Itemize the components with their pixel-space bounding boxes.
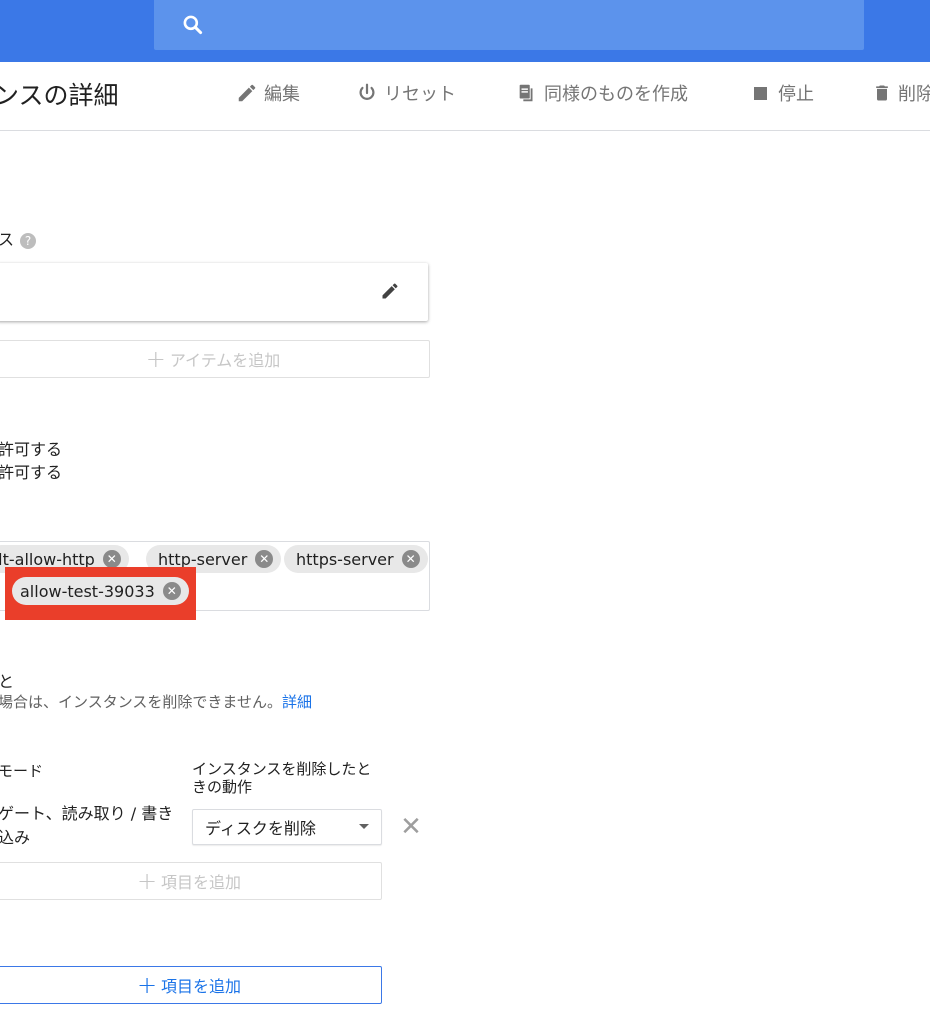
add-item-button-disabled: + アイテムを追加 (0, 340, 430, 378)
plus-icon: + (136, 971, 158, 999)
add-disk-item-label: 項目を追加 (161, 873, 242, 892)
pencil-icon[interactable] (380, 281, 400, 301)
dropdown-arrow-icon (359, 824, 369, 829)
on-delete-select-value: ディスクを削除 (205, 819, 316, 838)
add-item-label: アイテムを追加 (169, 351, 281, 370)
stop-button[interactable]: 停止 (752, 81, 814, 105)
disk-mode-value: ゲート、読み取り / 書き 込み (0, 802, 173, 850)
help-icon[interactable]: ? (20, 232, 37, 249)
edit-button[interactable]: 編集 (236, 81, 300, 105)
tag-chip-label: ult-allow-http (0, 549, 95, 569)
mode-column-header: モード (0, 762, 44, 780)
on-delete-header-line2: きの動作 (192, 778, 253, 796)
page-header: ンスの詳細 編集 リセット 同様のものを作成 停止 削除 (0, 62, 930, 131)
on-delete-header-line1: インスタンスを削除したと (192, 760, 372, 778)
add-item-button-label: 項目を追加 (161, 977, 242, 996)
clone-button[interactable]: 同様のものを作成 (516, 81, 688, 105)
add-disk-item-button-disabled: + 項目を追加 (0, 862, 382, 900)
deletion-protection-desc-text: 場合は、インスタンスを削除できません。 (0, 693, 282, 711)
tag-chip-highlighted: allow-test-39033 ✕ (12, 577, 189, 605)
search-icon[interactable] (180, 12, 206, 38)
network-interface-card[interactable] (0, 263, 428, 321)
network-section-text: ス (0, 230, 15, 249)
deletion-protection-label: と (0, 672, 15, 691)
disk-mode-line2: 込み (0, 828, 31, 847)
reset-label: リセット (384, 84, 456, 105)
power-icon (359, 83, 375, 100)
network-section-label: ス? (0, 226, 37, 250)
close-icon[interactable]: ✕ (396, 813, 426, 841)
learn-more-link[interactable]: 詳細 (282, 693, 312, 711)
trash-icon (876, 85, 888, 101)
tag-chip-label: http-server (158, 549, 248, 569)
tag-chip-label: allow-test-39033 (20, 581, 155, 601)
plus-icon: + (145, 345, 166, 373)
remove-chip-icon[interactable]: ✕ (255, 550, 274, 568)
remove-chip-icon[interactable]: ✕ (162, 582, 181, 600)
delete-button[interactable]: 削除 (872, 81, 930, 105)
stop-icon (754, 87, 767, 100)
stop-label: 停止 (778, 84, 814, 105)
allow-http-label: 許可する (0, 440, 63, 459)
remove-chip-icon[interactable]: ✕ (102, 550, 121, 568)
clone-label: 同様のものを作成 (544, 84, 688, 105)
delete-label: 削除 (898, 84, 930, 105)
on-delete-column-header: インスタンスを削除したと きの動作 (192, 760, 371, 796)
deletion-protection-desc: 場合は、インスタンスを削除できません。詳細 (0, 691, 312, 712)
reset-button[interactable]: リセット (356, 81, 456, 105)
search-bar[interactable] (154, 0, 864, 50)
pencil-icon (238, 84, 256, 102)
plus-icon: + (136, 867, 158, 895)
remove-chip-icon[interactable]: ✕ (401, 550, 420, 568)
allow-https-label: 許可する (0, 463, 63, 482)
copy-icon (519, 84, 533, 102)
tag-chip-label: https-server (296, 549, 394, 569)
tag-chip: https-server ✕ (284, 545, 428, 573)
page-title: ンスの詳細 (0, 81, 119, 110)
on-delete-select[interactable]: ディスクを削除 (192, 809, 382, 845)
edit-label: 編集 (264, 84, 300, 105)
disk-mode-line1: ゲート、読み取り / 書き (0, 804, 174, 823)
add-item-button[interactable]: + 項目を追加 (0, 966, 382, 1004)
